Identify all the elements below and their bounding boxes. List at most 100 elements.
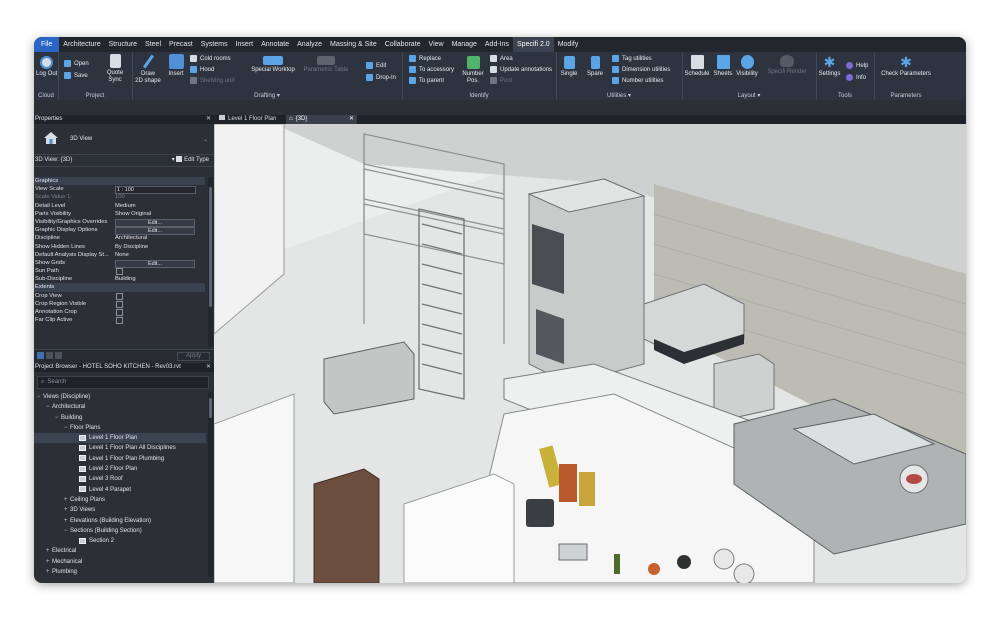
tree-item[interactable]: Level 1 Floor Plan Plumbing: [34, 454, 206, 464]
properties-panel: Properties ✕ 3D View ⌄ 3D View: {3D} ▾ Ed…: [34, 115, 215, 362]
sort-icon[interactable]: [46, 352, 53, 359]
tab-level-1-floor-plan[interactable]: Level 1 Floor Plan: [216, 115, 285, 124]
dimension-utilities-button[interactable]: Dimension utilities: [612, 65, 670, 74]
tree-item[interactable]: Level 4 Parapet: [34, 485, 206, 495]
menu-item-systems[interactable]: Systems: [197, 37, 232, 52]
properties-section-header[interactable]: Graphics: [34, 177, 205, 186]
tab-3d[interactable]: ⌂ {3D} ✕: [286, 115, 357, 124]
number-utilities-button[interactable]: Number utilities: [612, 76, 663, 85]
filter-icon[interactable]: [37, 352, 44, 359]
replace-button[interactable]: Replace: [409, 54, 441, 63]
tree-item[interactable]: − Views (Discipline): [34, 392, 206, 402]
number-pos-button[interactable]: Number Pos.: [460, 56, 486, 85]
tree-item[interactable]: + Ceiling Plans: [34, 495, 206, 505]
property-value[interactable]: None: [115, 251, 129, 259]
3d-viewport[interactable]: [214, 124, 966, 583]
tree-item[interactable]: − Architectural: [34, 402, 206, 412]
scrollbar-thumb[interactable]: [209, 398, 212, 418]
type-selector[interactable]: 3D View ⌄: [34, 124, 214, 155]
save-button[interactable]: Save: [64, 71, 88, 80]
spare-button[interactable]: Spare: [586, 56, 604, 78]
property-value[interactable]: Architectural: [115, 234, 147, 242]
edit-type-button[interactable]: ▾ Edit Type: [172, 155, 209, 166]
menu-item-view[interactable]: View: [425, 37, 448, 52]
menu-item-annotate[interactable]: Annotate: [257, 37, 293, 52]
specifi-render-button[interactable]: Specifi Render: [766, 55, 808, 76]
close-icon[interactable]: ✕: [206, 115, 211, 124]
menu-item-specifi-2-0[interactable]: Specifi 2.0: [513, 37, 554, 52]
tree-item[interactable]: − Sections (Building Section): [34, 526, 206, 536]
edit-button[interactable]: Edit: [366, 61, 386, 70]
parametric-table-button[interactable]: Parametric Table: [302, 56, 350, 74]
browser-scrollbar[interactable]: [208, 392, 213, 577]
scrollbar-thumb[interactable]: [209, 187, 212, 307]
properties-section-header[interactable]: Extents: [34, 283, 205, 292]
tree-item[interactable]: Section 2: [34, 536, 206, 546]
tree-item[interactable]: + Mechanical: [34, 557, 206, 567]
settings-button[interactable]: ✱ Settings: [817, 55, 842, 78]
tag-utilities-button[interactable]: Tag utilities: [612, 54, 652, 63]
single-button[interactable]: Single: [559, 56, 579, 78]
tree-item[interactable]: + Elevations (Building Elevation): [34, 516, 206, 526]
properties-scrollbar[interactable]: [208, 177, 213, 347]
property-checkbox[interactable]: [116, 309, 123, 316]
tree-item-label: Level 1 Floor Plan: [89, 435, 138, 442]
menu-item-collaborate[interactable]: Collaborate: [381, 37, 425, 52]
tree-item[interactable]: Level 1 Floor Plan All Disciplines: [34, 443, 206, 453]
drop-in-button[interactable]: Drop-In: [366, 73, 396, 82]
help-button[interactable]: Help: [846, 61, 868, 70]
to-accessory-button[interactable]: To accessory: [409, 65, 454, 74]
menu-item-file[interactable]: File: [34, 37, 60, 52]
tree-item[interactable]: +3D Views: [34, 505, 206, 515]
property-value[interactable]: Show Original: [115, 210, 151, 218]
pool-button[interactable]: Pool: [490, 76, 512, 85]
info-button[interactable]: Info: [846, 73, 866, 82]
apply-button[interactable]: Apply: [176, 352, 210, 361]
special-worktop-button[interactable]: Special Worktop: [250, 56, 296, 74]
tree-item[interactable]: Level 1 Floor Plan: [34, 433, 206, 444]
menu-item-analyze[interactable]: Analyze: [293, 37, 326, 52]
tree-item[interactable]: Level 3 Roof: [34, 474, 206, 484]
view-instance-selector[interactable]: 3D View: {3D} ▾ Edit Type: [34, 155, 214, 167]
hood-button[interactable]: Hood: [190, 65, 214, 74]
group-icon[interactable]: [55, 352, 62, 359]
menu-item-manage[interactable]: Manage: [448, 37, 481, 52]
cold-rooms-button[interactable]: Cold rooms: [190, 54, 231, 63]
quote-sync-button[interactable]: Quote Sync: [102, 54, 128, 84]
property-checkbox[interactable]: [116, 268, 123, 276]
tree-item[interactable]: + Electrical: [34, 546, 206, 556]
menu-item-add-ins[interactable]: Add-Ins: [481, 37, 513, 52]
tree-item[interactable]: + Plumbing: [34, 567, 206, 577]
tree-item[interactable]: − Building: [34, 413, 206, 423]
menu-item-insert[interactable]: Insert: [232, 37, 258, 52]
tree-item[interactable]: Level 2 Floor Plan: [34, 464, 206, 474]
close-icon[interactable]: ✕: [206, 363, 211, 372]
tree-item[interactable]: − Floor Plans: [34, 423, 206, 433]
property-checkbox[interactable]: [116, 317, 123, 325]
update-annotations-button[interactable]: Update annotations: [490, 65, 552, 74]
property-checkbox[interactable]: [116, 300, 123, 308]
area-button[interactable]: Area: [490, 54, 513, 63]
close-icon[interactable]: ✕: [349, 115, 354, 124]
property-value[interactable]: Medium: [115, 202, 136, 210]
schedule-button[interactable]: Schedule: [684, 55, 710, 78]
browser-search-input[interactable]: ⌕ Search: [37, 376, 209, 389]
visibility-button[interactable]: Visibility: [735, 55, 759, 78]
check-parameters-button[interactable]: ✱ Check Parameters: [878, 55, 934, 78]
menu-item-structure[interactable]: Structure: [105, 37, 141, 52]
open-button[interactable]: Open: [64, 59, 89, 68]
draw-2d-shape-button[interactable]: Draw 2D shape: [134, 54, 162, 85]
property-value[interactable]: Building: [115, 275, 136, 283]
shelving-unit-button[interactable]: Shelving unit: [190, 76, 234, 85]
insert-button[interactable]: Insert: [165, 54, 187, 78]
menu-item-precast[interactable]: Precast: [165, 37, 197, 52]
sheets-button[interactable]: Sheets: [712, 55, 734, 78]
property-value[interactable]: By Discipline: [115, 243, 148, 251]
menu-item-architecture[interactable]: Architecture: [59, 37, 104, 52]
logout-button[interactable]: Log Out: [36, 56, 57, 78]
menu-item-steel[interactable]: Steel: [141, 37, 165, 52]
to-parent-button[interactable]: To parent: [409, 76, 444, 85]
menu-item-massing-site[interactable]: Massing & Site: [326, 37, 381, 52]
property-checkbox[interactable]: [116, 292, 123, 300]
menu-item-modify[interactable]: Modify: [554, 37, 583, 52]
